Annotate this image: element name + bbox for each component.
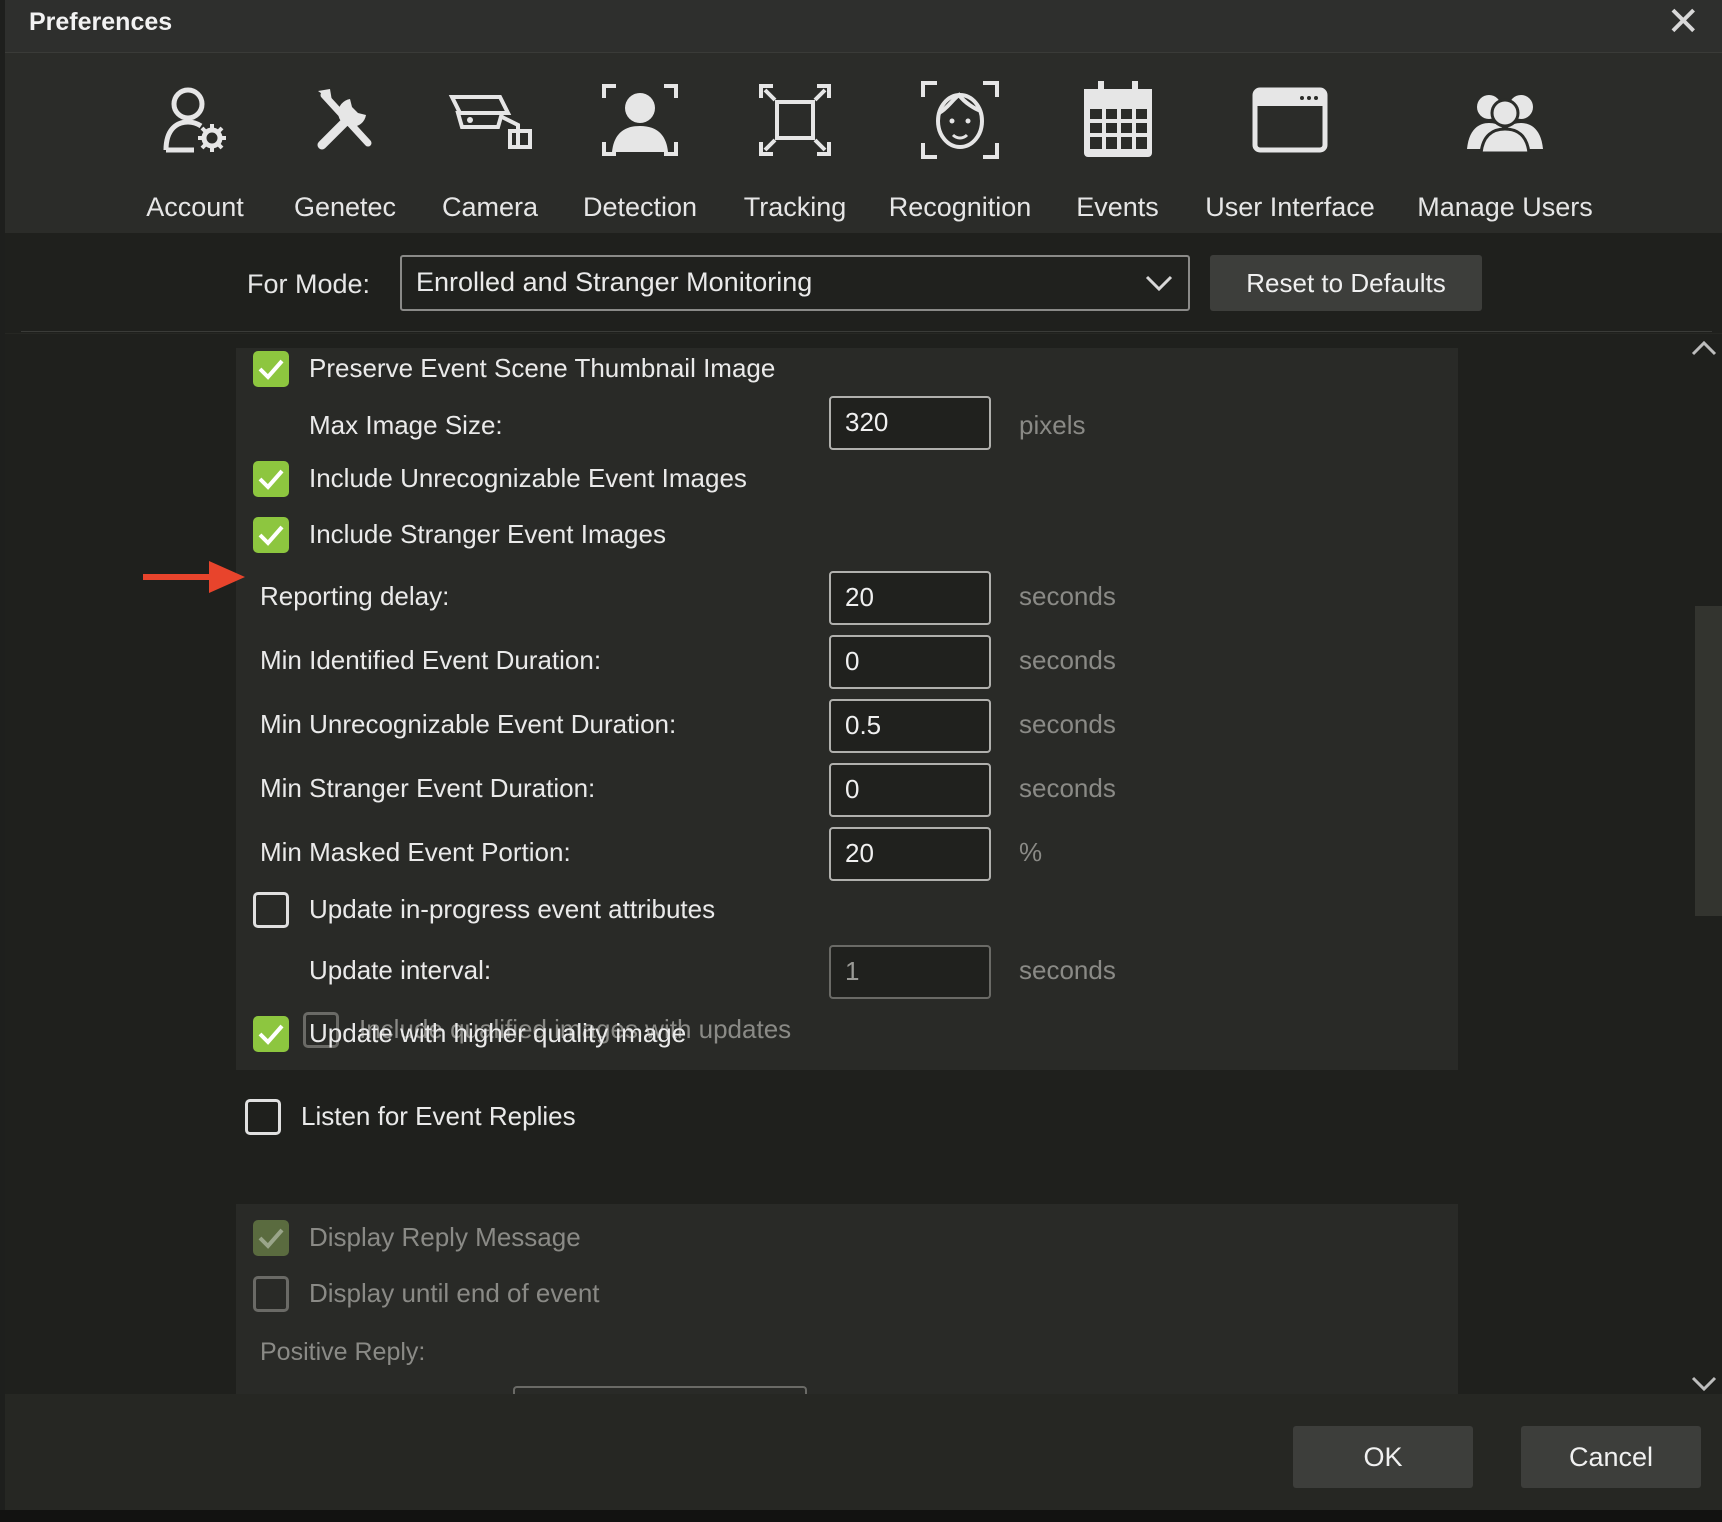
update-interval-unit: seconds: [1019, 955, 1116, 985]
min-unrecognizable-input[interactable]: 0.5: [829, 699, 991, 753]
tab-account[interactable]: Account: [135, 75, 255, 225]
scroll-down-icon[interactable]: [1689, 1372, 1719, 1394]
listen-replies-label: Listen for Event Replies: [301, 1101, 576, 1131]
for-mode-label: For Mode:: [247, 269, 371, 299]
max-image-size-label: Max Image Size:: [309, 410, 503, 440]
tab-events[interactable]: Events: [1055, 75, 1180, 237]
min-masked-label: Min Masked Event Portion:: [260, 837, 571, 867]
chevron-down-icon: [1144, 267, 1174, 302]
tools-icon: [285, 75, 405, 165]
event-images-panel-bottom: [236, 1048, 1458, 1070]
include-stranger-label: Include Stranger Event Images: [309, 519, 666, 549]
tab-label: User Interface: [1205, 192, 1375, 222]
mode-selected-value: Enrolled and Stranger Monitoring: [416, 267, 813, 297]
min-unrecognizable-unit: seconds: [1019, 709, 1116, 739]
reporting-delay-unit: seconds: [1019, 581, 1116, 611]
reply-options-panel: Display Reply Message Display until end …: [236, 1204, 1458, 1394]
max-image-size-unit: pixels: [1019, 410, 1086, 440]
account-icon: [135, 75, 255, 165]
event-images-panel: Preserve Event Scene Thumbnail Image Max…: [236, 348, 1458, 1048]
include-unrecognizable-checkbox[interactable]: [253, 461, 289, 497]
tab-recognition[interactable]: Recognition: [880, 75, 1040, 225]
listen-replies-checkbox[interactable]: [245, 1099, 281, 1135]
cancel-button[interactable]: Cancel: [1521, 1426, 1701, 1488]
close-icon[interactable]: ✕: [1666, 2, 1700, 42]
display-until-end-label: Display until end of event: [309, 1278, 600, 1308]
min-stranger-unit: seconds: [1019, 773, 1116, 803]
max-image-size-input[interactable]: 320: [829, 396, 991, 450]
tab-user-interface[interactable]: User Interface: [1195, 75, 1385, 225]
tab-label: Camera: [441, 192, 539, 222]
min-masked-input[interactable]: 20: [829, 827, 991, 881]
display-until-end-checkbox[interactable]: [253, 1276, 289, 1312]
tab-camera[interactable]: Camera: [425, 75, 555, 225]
tab-label: Events: [1076, 192, 1159, 222]
mode-dropdown[interactable]: Enrolled and Stranger Monitoring: [400, 255, 1190, 311]
red-arrow-annotation: [143, 557, 247, 602]
reporting-delay-input[interactable]: 20: [829, 571, 991, 625]
tab-manage-users[interactable]: Manage Users: [1405, 75, 1605, 225]
preserve-thumbnail-label: Preserve Event Scene Thumbnail Image: [309, 353, 776, 383]
min-stranger-input[interactable]: 0: [829, 763, 991, 817]
update-higher-quality-label: Update with higher quality image: [309, 1018, 687, 1048]
scrollbar-thumb[interactable]: [1695, 606, 1722, 916]
tab-detection[interactable]: Detection: [565, 75, 715, 225]
positive-reply-input[interactable]: [513, 1386, 807, 1394]
tab-tracking[interactable]: Tracking: [725, 75, 865, 225]
tab-label: Account: [146, 192, 244, 222]
update-interval-input[interactable]: 1: [829, 945, 991, 999]
update-interval-label: Update interval:: [309, 955, 492, 985]
min-identified-label: Min Identified Event Duration:: [260, 645, 602, 675]
preferences-window: Preferences ✕ Account Genetec Camera Det…: [5, 0, 1722, 1522]
min-identified-unit: seconds: [1019, 645, 1116, 675]
dialog-footer: OK Cancel: [5, 1394, 1722, 1522]
tab-label: Recognition: [888, 192, 1032, 222]
camera-icon: [425, 75, 555, 165]
users-icon: [1405, 75, 1605, 165]
title-bar: Preferences ✕: [5, 0, 1722, 53]
ok-button[interactable]: OK: [1293, 1426, 1473, 1488]
min-stranger-label: Min Stranger Event Duration:: [260, 773, 596, 803]
scroll-up-icon[interactable]: [1689, 336, 1719, 365]
window-title: Preferences: [29, 8, 173, 36]
min-unrecognizable-label: Min Unrecognizable Event Duration:: [260, 709, 677, 739]
tab-label: Detection: [582, 192, 698, 222]
min-masked-unit: %: [1019, 837, 1043, 867]
divider: [21, 331, 1712, 332]
include-unrecognizable-label: Include Unrecognizable Event Images: [309, 463, 747, 493]
window-bottom-edge: [0, 1510, 1722, 1522]
display-reply-label: Display Reply Message: [309, 1222, 581, 1252]
mode-bar: For Mode: Enrolled and Stranger Monitori…: [5, 233, 1722, 333]
positive-reply-label: Positive Reply:: [260, 1338, 426, 1366]
preferences-toolbar: Account Genetec Camera Detection Trackin…: [5, 53, 1722, 237]
window-icon: [1195, 75, 1385, 165]
tab-label: Tracking: [743, 192, 847, 222]
tab-label: Manage Users: [1417, 192, 1593, 222]
min-identified-input[interactable]: 0: [829, 635, 991, 689]
calendar-icon: [1055, 75, 1180, 165]
events-settings-scroll-area[interactable]: Preserve Event Scene Thumbnail Image Max…: [5, 334, 1722, 1394]
recognition-icon: [880, 75, 1040, 165]
include-stranger-checkbox[interactable]: [253, 517, 289, 553]
update-higher-quality-checkbox[interactable]: [253, 1016, 289, 1052]
update-in-progress-checkbox[interactable]: [253, 892, 289, 928]
tab-label: Genetec: [293, 192, 397, 222]
detection-icon: [565, 75, 715, 165]
reset-to-defaults-button[interactable]: Reset to Defaults: [1210, 255, 1482, 311]
reporting-delay-label: Reporting delay:: [260, 581, 450, 611]
display-reply-checkbox[interactable]: [253, 1220, 289, 1256]
update-in-progress-label: Update in-progress event attributes: [309, 894, 716, 924]
preserve-thumbnail-checkbox[interactable]: [253, 351, 289, 387]
tracking-icon: [725, 75, 865, 165]
tab-genetec[interactable]: Genetec: [285, 75, 405, 225]
